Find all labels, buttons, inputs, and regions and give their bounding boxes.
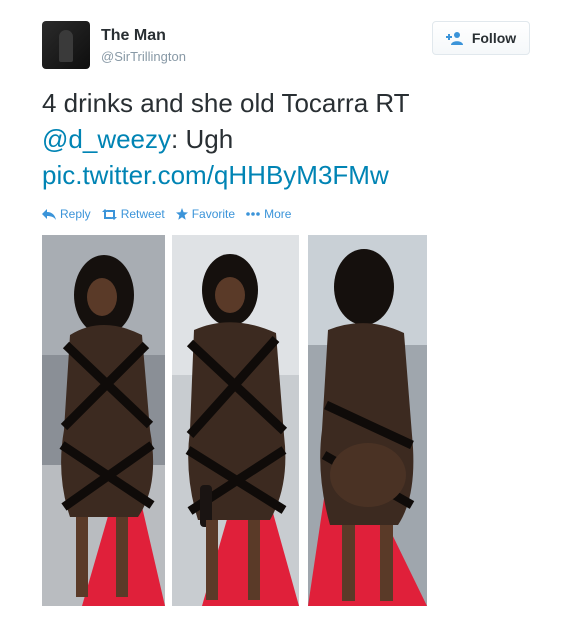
avatar-figure	[59, 30, 73, 62]
favorite-label: Favorite	[191, 207, 236, 221]
pic-link[interactable]: pic.twitter.com/qHHByM3FMw	[42, 160, 389, 190]
photo-panel-3	[308, 235, 427, 606]
reply-button[interactable]: Reply	[42, 207, 91, 221]
more-icon	[246, 212, 260, 216]
more-label: More	[264, 207, 292, 221]
photo-panel-1-image	[42, 235, 165, 606]
photo-panel-2	[172, 235, 299, 606]
tweet-photo[interactable]	[42, 235, 427, 606]
reply-label: Reply	[60, 207, 91, 221]
tweet-text: 4 drinks and she old Tocarra RT @d_weezy…	[42, 85, 410, 193]
tweet-actions: Reply Retweet Favorite More	[42, 207, 302, 221]
retweet-button[interactable]: Retweet	[101, 207, 165, 221]
photo-panel-3-image	[308, 235, 427, 606]
follow-label: Follow	[471, 30, 517, 46]
reply-icon	[42, 208, 56, 220]
star-icon	[175, 208, 188, 220]
user-handle[interactable]: @SirTrillington	[101, 49, 186, 64]
avatar[interactable]	[42, 21, 90, 69]
user-name[interactable]: The Man	[101, 27, 166, 45]
photo-panel-2-image	[172, 235, 299, 606]
photo-panel-1	[42, 235, 165, 606]
add-user-icon	[445, 32, 463, 45]
retweet-label: Retweet	[120, 207, 165, 221]
mention-link[interactable]: @d_weezy	[42, 124, 171, 154]
more-button[interactable]: More	[246, 207, 291, 221]
follow-button[interactable]: Follow	[432, 21, 530, 55]
tweet-suffix: : Ugh	[171, 124, 234, 154]
retweet-icon	[101, 208, 117, 220]
tweet-body: 4 drinks and she old Tocarra RT	[42, 88, 410, 118]
favorite-button[interactable]: Favorite	[175, 207, 236, 221]
